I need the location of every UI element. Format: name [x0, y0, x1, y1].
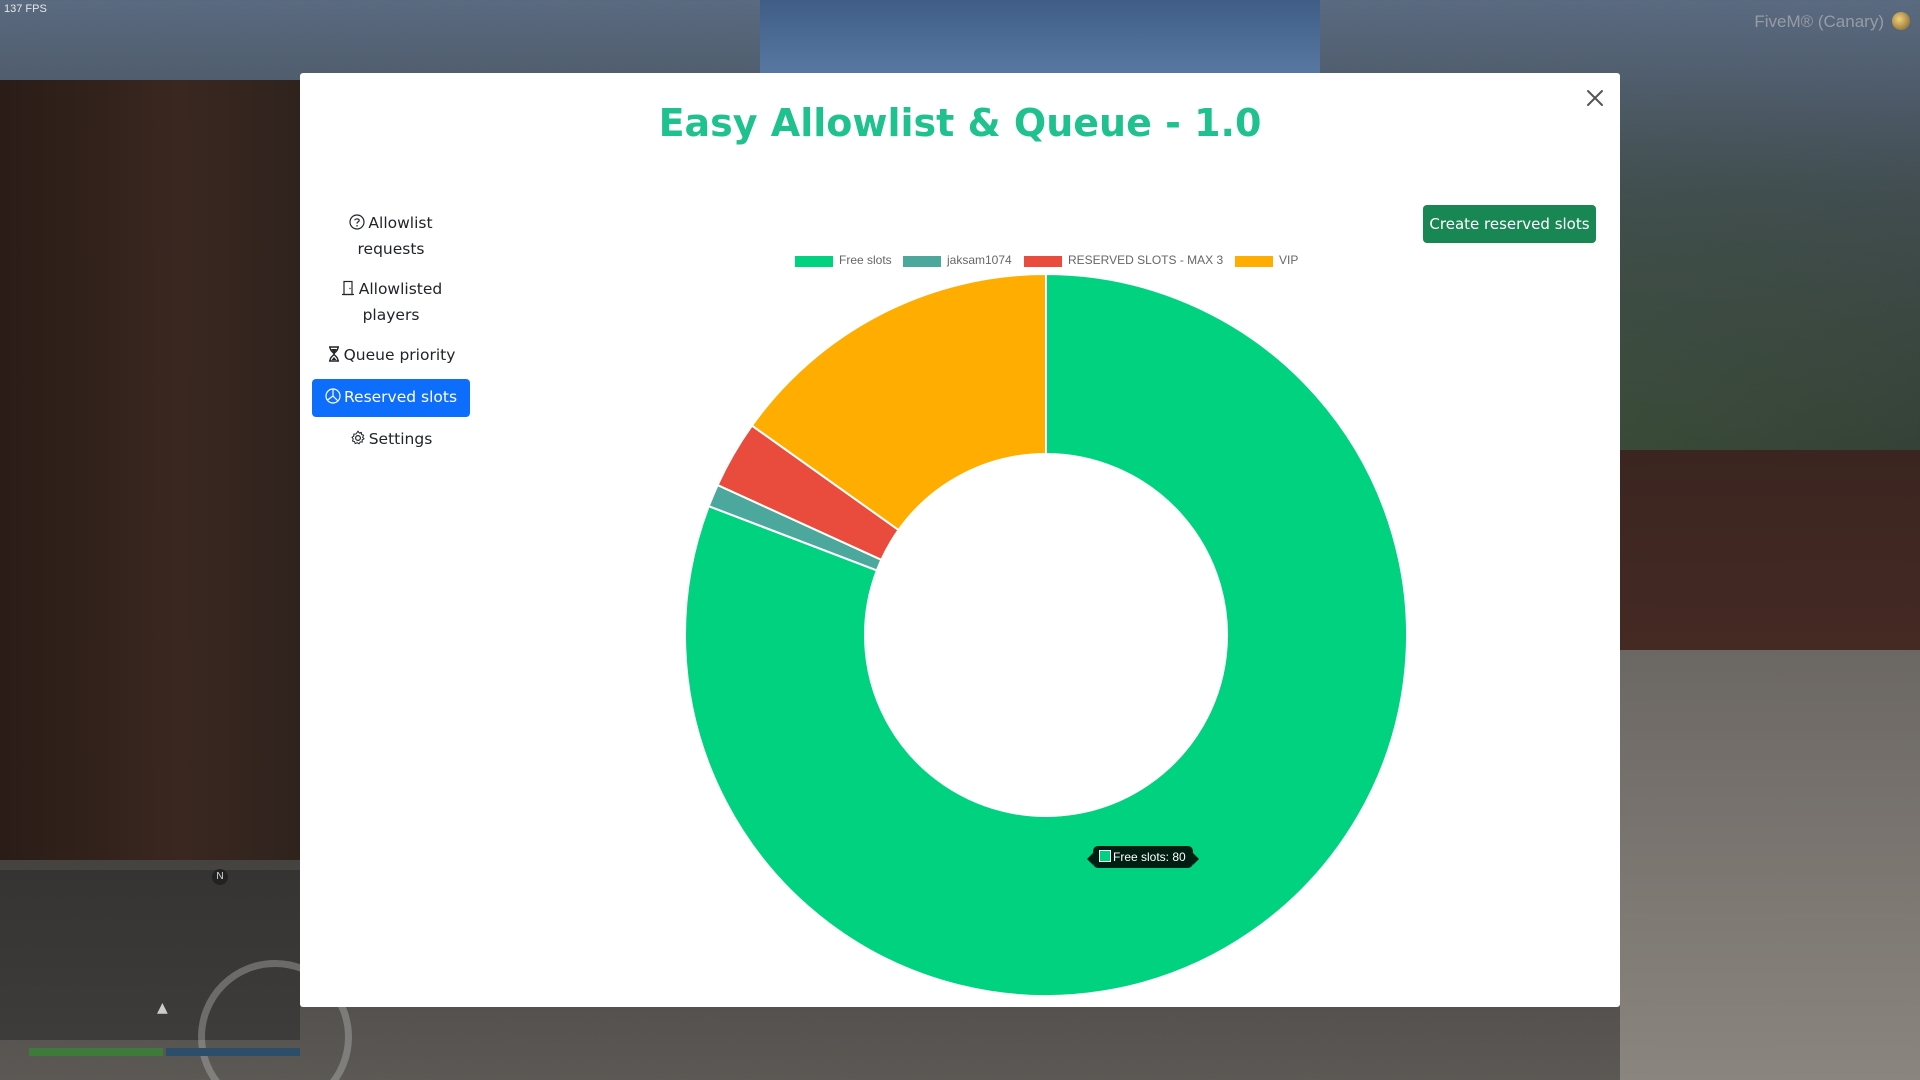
sidebar-item-label: Reserved slots — [343, 388, 458, 406]
minimap-north-marker: N — [212, 869, 228, 885]
sidebar-item-label: Allowlisted — [358, 280, 443, 298]
legend-label: RESERVED SLOTS - MAX 3 — [1068, 253, 1224, 267]
sidebar-item-label: Settings — [368, 430, 433, 448]
pie-chart-icon — [325, 387, 341, 411]
legend-swatch — [1235, 256, 1273, 267]
brand-label: FiveM® (Canary) — [1754, 12, 1884, 31]
tooltip-swatch — [1099, 850, 1111, 862]
background-sky — [760, 0, 1320, 80]
sidebar-item-queue-priority[interactable]: Queue priority — [312, 337, 470, 375]
legend-label: jaksam1074 — [947, 253, 1012, 267]
tooltip-label: Free slots: 80 — [1113, 850, 1186, 864]
sidebar-item-reserved-slots[interactable]: Reserved slots — [312, 379, 470, 417]
legend-swatch — [1024, 256, 1062, 267]
create-reserved-slots-button[interactable]: Create reserved slots — [1423, 205, 1596, 243]
chart-legend: Free slots jaksam1074 RESERVED SLOTS - M… — [300, 251, 1620, 271]
allowlist-modal: Easy Allowlist & Queue - 1.0 Allowlist r… — [300, 73, 1620, 1007]
sidebar-item-label: Allowlist — [368, 214, 433, 232]
door-icon — [340, 279, 356, 303]
health-bar — [29, 1048, 163, 1056]
armor-bar — [166, 1048, 300, 1056]
brand-icon — [1892, 12, 1910, 30]
background-wall-left — [0, 80, 300, 860]
gear-icon — [350, 429, 366, 453]
modal-title: Easy Allowlist & Queue - 1.0 — [658, 101, 1262, 145]
sidebar-item-allowlisted-players[interactable]: Allowlisted players — [312, 271, 470, 333]
background-ground-right — [1620, 650, 1920, 1080]
legend-swatch — [903, 256, 941, 267]
chart-tooltip: Free slots: 80 — [1087, 846, 1199, 868]
doughnut-chart — [684, 272, 1408, 997]
legend-swatch — [795, 256, 833, 267]
sidebar-item-label-line2: players — [362, 306, 420, 324]
fps-counter: 137 FPS — [4, 3, 47, 15]
legend-label: Free slots — [839, 253, 892, 267]
sidebar-item-settings[interactable]: Settings — [312, 421, 470, 459]
sidebar-item-label: Queue priority — [343, 346, 456, 364]
close-button[interactable] — [1580, 83, 1610, 113]
player-arrow-icon: ▲ — [157, 1000, 168, 1016]
close-icon — [1587, 90, 1603, 106]
sidebar-nav: Allowlist requests Allowlisted players Q… — [312, 205, 470, 463]
question-circle-icon — [349, 213, 366, 237]
hourglass-icon — [327, 345, 341, 369]
legend-label: VIP — [1279, 253, 1299, 267]
